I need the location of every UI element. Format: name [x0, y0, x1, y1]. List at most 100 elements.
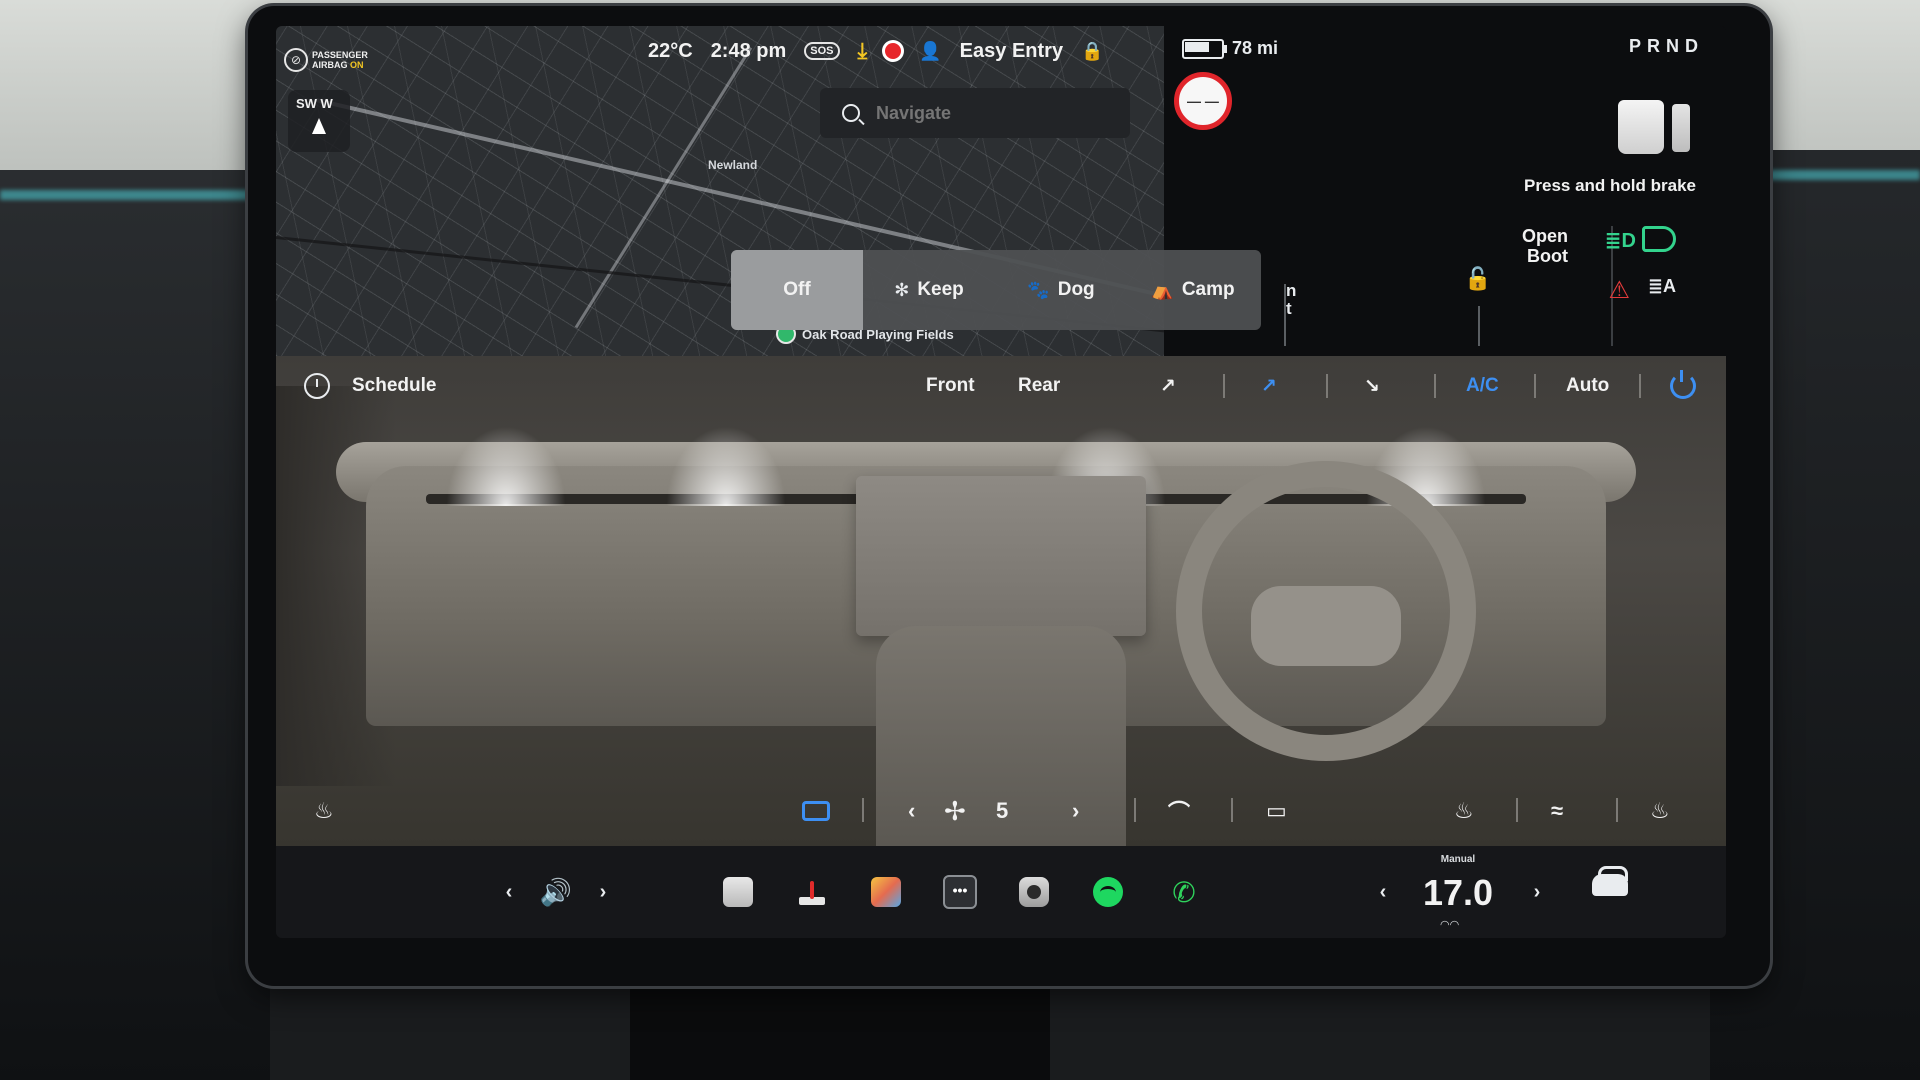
driver-profile-button[interactable]: Easy Entry [960, 40, 1063, 63]
cabin-temperature: 17.0 [1422, 872, 1494, 913]
passenger-airbag-indicator: ⊘ PASSENGER AIRBAG ON [284, 48, 382, 72]
climate-power-button[interactable] [1670, 356, 1696, 416]
recirculate-button[interactable] [802, 776, 830, 846]
fan-icon: ✢ [944, 795, 966, 826]
front-climate-tab[interactable]: Front [926, 356, 975, 416]
brake-pedal-icon [1618, 100, 1664, 154]
airflow-icon[interactable] [666, 426, 786, 506]
search-icon [842, 104, 860, 122]
headlight-icon [1642, 226, 1676, 252]
brake-message: Press and hold brake [1524, 176, 1696, 195]
car-controls-icon[interactable] [1592, 866, 1628, 896]
low-beam-icon: ≣D [1604, 230, 1636, 252]
outside-temperature: 22°C [648, 39, 693, 62]
cabin-temperature-control[interactable]: Manual 17.0 ◠◠ [1398, 846, 1518, 938]
car-dashboard-left [0, 170, 270, 1080]
seat-heater-status-icon: ◠◠ [1440, 919, 1460, 931]
gear-selector[interactable]: PRND [1629, 36, 1704, 57]
airbag-icon: ⊘ [284, 48, 308, 72]
climate-bottom-bar: ♨ ‹ ✢ 5 › ⌒ ▭ ♨ ≈ ♨ [276, 776, 1726, 846]
rear-climate-tab[interactable]: Rear [1018, 356, 1060, 416]
climate-panel: Schedule Front Rear ↗ ↗ ↘ A/C Auto ♨ ‹ ✢… [276, 356, 1726, 846]
volume-decrease-button[interactable]: ‹ [494, 846, 524, 938]
rear-defrost-icon[interactable]: ▭ [1266, 776, 1287, 846]
toybox-icon [871, 877, 901, 907]
temperature-mode: Manual [1440, 854, 1476, 865]
sos-icon[interactable]: SOS [804, 42, 840, 60]
center-screen-illustration [856, 476, 1146, 636]
schedule-button[interactable]: Schedule [304, 356, 436, 416]
map-place-label: Newland [708, 158, 758, 172]
passenger-seat-heater-icon[interactable]: ♨ [1650, 776, 1670, 846]
lock-icon[interactable]: 🔒 [1081, 41, 1103, 62]
auto-headlight-icon: ≣A [1647, 276, 1676, 296]
clock-time: 2:48 pm [710, 39, 787, 62]
airflow-feet-icon[interactable]: ↘ [1364, 356, 1380, 416]
power-icon [1670, 370, 1696, 399]
temperature-increase-button[interactable]: › [1522, 846, 1552, 938]
spotify-icon [1093, 877, 1123, 907]
spotify-app-button[interactable] [1088, 846, 1128, 938]
temperature-decrease-button[interactable]: ‹ [1368, 846, 1398, 938]
airflow-face-feet-icon[interactable]: ↗ [1261, 356, 1277, 416]
airflow-face-icon[interactable]: ↗ [1160, 356, 1176, 416]
camera-icon [1019, 877, 1049, 907]
software-update-icon[interactable]: ⤓ [858, 38, 868, 64]
climate-toolbar: Schedule Front Rear ↗ ↗ ↘ A/C Auto [276, 356, 1726, 416]
arcade-app-button[interactable] [792, 846, 832, 938]
volume-increase-button[interactable]: › [588, 846, 618, 938]
speed-limit-sign-icon: — — [1174, 72, 1232, 130]
ac-toggle-button[interactable]: A/C [1466, 356, 1499, 416]
paw-icon: 🐾 [1027, 279, 1050, 300]
fan-keep-icon: ✻ [894, 279, 910, 300]
climate-keeper-keep-button[interactable]: ✻ Keep [863, 250, 995, 330]
theater-app-button[interactable] [718, 846, 758, 938]
auto-climate-button[interactable]: Auto [1566, 356, 1609, 416]
more-icon: ••• [943, 875, 977, 909]
clock-icon [304, 373, 330, 399]
ambient-light-left [0, 190, 270, 200]
camera-app-button[interactable] [1014, 846, 1054, 938]
climate-keeper-selector: Off ✻ Keep 🐾 Dog ⛺ Camp [731, 250, 1261, 330]
touchscreen: Newland ⊘ PASSENGER AIRBAG ON SW W 22°C … [276, 26, 1726, 938]
range-remaining: 78 mi [1232, 38, 1279, 58]
bottom-taskbar: ‹ 🔊 › ••• ✆ ‹ Manual 17.0 ◠◠ › [276, 846, 1726, 938]
compass-heading: SW W [296, 96, 333, 111]
theater-icon [723, 877, 753, 907]
status-bar: 22°C 2:48 pm SOS ⤓ 👤 Easy Entry 🔒 [648, 38, 1103, 64]
steering-hub [1251, 586, 1401, 666]
climate-keeper-camp-button[interactable]: ⛺ Camp [1127, 250, 1259, 330]
compass-button[interactable]: SW W [288, 90, 350, 152]
airflow-icon[interactable] [446, 426, 566, 506]
climate-keeper-dog-button[interactable]: 🐾 Dog [995, 250, 1127, 330]
fan-speed-decrease-button[interactable]: ‹ [908, 776, 915, 846]
seatbelt-warning-icon: ⚠ [1608, 277, 1630, 304]
wiper-heater-icon[interactable]: ≈ [1551, 776, 1563, 846]
volume-icon[interactable]: 🔊 [531, 846, 581, 938]
battery-indicator: 78 mi [1182, 38, 1278, 59]
toybox-app-button[interactable] [866, 846, 906, 938]
battery-icon [1182, 38, 1227, 59]
phone-app-button[interactable]: ✆ [1164, 846, 1204, 938]
divider [1478, 306, 1480, 346]
climate-keeper-off-button[interactable]: Off [731, 250, 863, 330]
fan-speed-increase-button[interactable]: › [1072, 776, 1079, 846]
unlock-icon[interactable]: 🔓 [1464, 266, 1491, 292]
fan-speed-value: 5 [996, 798, 1009, 823]
accelerator-pedal-icon [1672, 104, 1690, 152]
recirculate-icon [802, 801, 830, 821]
navigate-search-box[interactable] [820, 88, 1130, 138]
front-defrost-icon[interactable]: ⌒ [1168, 776, 1190, 846]
open-boot-button[interactable]: Open Boot [1522, 226, 1568, 266]
airbag-state: ON [350, 60, 364, 70]
screen-stand [630, 985, 1050, 1080]
navigation-arrow-icon [312, 118, 326, 134]
truncated-label[interactable]: n t [1286, 282, 1296, 318]
navigate-input[interactable] [874, 101, 1118, 125]
dashcam-record-icon[interactable] [885, 43, 902, 59]
more-apps-button[interactable]: ••• [940, 846, 980, 938]
joystick-icon [797, 877, 827, 907]
battery-level-fill [1185, 41, 1209, 52]
driver-seat-heater-icon[interactable]: ♨ [314, 776, 334, 846]
steering-wheel-heater-icon[interactable]: ♨ [1454, 776, 1474, 846]
